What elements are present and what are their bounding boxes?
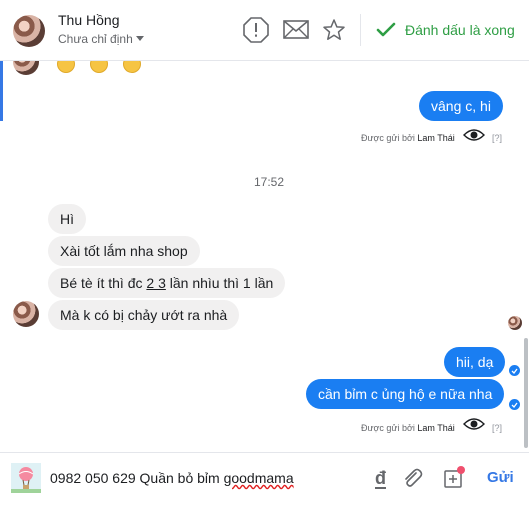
balloon-sticker-icon[interactable] [11,463,41,493]
message-input-text: 0982 050 629 Quần bỏ bỉm [50,470,224,486]
message-input[interactable]: 0982 050 629 Quần bỏ bỉm goodmama [50,470,294,486]
conversation-header: Thu Hồng Chưa chỉ định Đánh dấu là xong [0,0,529,61]
spam-alert-icon[interactable] [243,17,269,43]
incoming-message[interactable]: Xài tốt lắm nha shop [48,236,200,266]
mark-done-label: Đánh dấu là xong [405,22,515,38]
seen-eye-icon [463,129,485,141]
add-attachment-icon[interactable] [443,465,467,489]
message-thread[interactable]: vâng c, hi Được gửi bởi Lam Thái [?] 17:… [0,61,529,452]
contact-avatar[interactable] [13,301,39,327]
sent-by-label: Được gửi bởi Lam Thái [361,423,455,433]
emoji-sticker [123,61,141,73]
timestamp: 17:52 [254,175,285,189]
help-link[interactable]: [?] [492,423,502,433]
assign-dropdown[interactable]: Chưa chỉ định [58,32,144,46]
caret-down-icon [135,36,144,41]
checkmark-icon [376,22,396,37]
misspelled-word: goodmama [223,470,294,486]
help-link[interactable]: [?] [492,133,502,143]
delivered-check-icon [509,365,520,376]
sent-by-prefix: Được gửi bởi [361,133,415,143]
mark-done-button[interactable]: Đánh dấu là xong [376,18,515,42]
svg-text:đ: đ [375,468,386,488]
incoming-message[interactable]: Bé tè ít thì đc 2 3 lần nhìu thì 1 lần [48,268,286,298]
unread-indicator [0,61,3,121]
outgoing-message[interactable]: hii, dạ [444,347,506,377]
contact-name[interactable]: Thu Hồng [58,12,119,28]
attachment-icon[interactable] [401,467,423,489]
sent-by-label: Được gửi bởi Lam Thái [361,133,455,143]
message-composer: 0982 050 629 Quần bỏ bỉm goodmama đ Gửi [0,452,529,525]
agent-name[interactable]: Lam Thái [417,133,454,143]
message-link[interactable]: 2 3 [146,275,165,291]
message-text: lần nhìu thì 1 lần [165,275,274,291]
outgoing-message[interactable]: vâng c, hi [419,91,503,121]
seen-avatar [508,316,522,330]
header-divider [360,14,361,46]
incoming-message[interactable]: Hì [48,204,86,234]
emoji-sticker [90,61,108,73]
assign-label: Chưa chỉ định [58,32,133,46]
send-button[interactable]: Gửi [487,469,514,486]
delivered-check-icon [509,399,520,410]
contact-avatar[interactable] [13,61,39,75]
sent-by-prefix: Được gửi bởi [361,423,415,433]
emoji-sticker [57,61,75,73]
outgoing-message[interactable]: cần bỉm c ủng hộ e nữa nha [306,379,505,409]
avatar[interactable] [13,15,45,47]
star-icon[interactable] [322,18,346,42]
incoming-message[interactable]: Mà k có bị chảy ướt ra nhà [48,300,240,330]
seen-eye-icon [463,418,485,430]
scrollbar[interactable] [524,338,528,448]
envelope-icon[interactable] [283,20,309,39]
agent-name[interactable]: Lam Thái [417,423,454,433]
currency-dong-icon[interactable]: đ [373,468,389,490]
message-text: Bé tè ít thì đc [60,275,147,291]
